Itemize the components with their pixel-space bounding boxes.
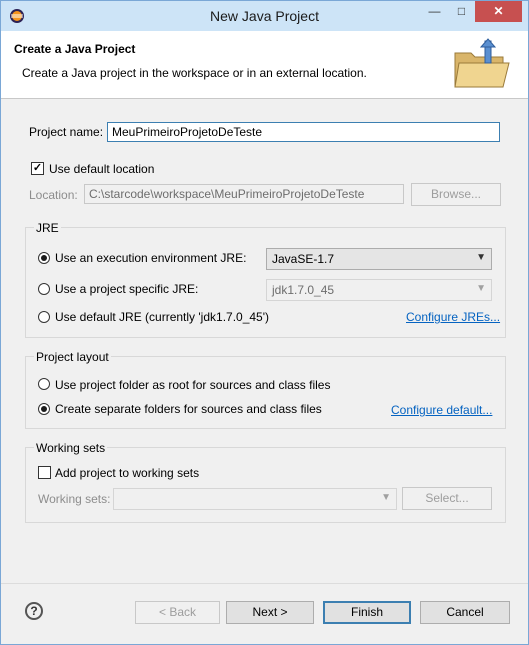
java-project-folder-icon <box>454 38 510 88</box>
working-sets-label: Working sets: <box>38 492 111 506</box>
execution-environment-select[interactable]: JavaSE-1.7 ▼ <box>266 248 492 270</box>
use-default-location-checkbox[interactable]: ✓ <box>31 162 44 175</box>
project-layout-group <box>25 356 506 429</box>
project-specific-jre-radio[interactable] <box>38 283 50 295</box>
next-button[interactable]: Next > <box>226 601 314 624</box>
chevron-down-icon: ▼ <box>476 252 486 263</box>
location-label: Location: <box>29 188 78 202</box>
add-to-working-sets-checkbox[interactable] <box>38 466 51 479</box>
working-sets-group <box>25 447 506 523</box>
project-specific-jre-select[interactable]: jdk1.7.0_45 ▼ <box>266 279 492 301</box>
use-default-location-label[interactable]: Use default location <box>49 162 154 176</box>
chevron-down-icon: ▼ <box>476 283 486 294</box>
project-specific-jre-value: jdk1.7.0_45 <box>272 283 335 297</box>
project-layout-group-label: Project layout <box>34 350 111 364</box>
configure-default-link[interactable]: Configure default... <box>391 403 492 417</box>
help-icon[interactable]: ? <box>25 602 43 620</box>
configure-jres-link[interactable]: Configure JREs... <box>406 310 500 324</box>
footer-separator <box>1 583 528 584</box>
execution-environment-radio[interactable] <box>38 252 50 264</box>
project-folder-root-label[interactable]: Use project folder as root for sources a… <box>55 378 330 392</box>
location-input[interactable]: C:\starcode\workspace\MeuPrimeiroProjeto… <box>84 184 404 204</box>
chevron-down-icon: ▼ <box>381 492 391 503</box>
working-sets-group-label: Working sets <box>34 441 108 455</box>
default-jre-label[interactable]: Use default JRE (currently 'jdk1.7.0_45'… <box>55 310 269 324</box>
project-name-label: Project name: <box>29 125 104 139</box>
cancel-button[interactable]: Cancel <box>420 601 510 624</box>
browse-button[interactable]: Browse... <box>411 183 501 206</box>
separate-folders-label[interactable]: Create separate folders for sources and … <box>55 402 322 416</box>
finish-button[interactable]: Finish <box>323 601 411 624</box>
project-specific-jre-label[interactable]: Use a project specific JRE: <box>55 282 198 296</box>
project-name-input[interactable]: MeuPrimeiroProjetoDeTeste <box>107 122 500 142</box>
minimize-icon[interactable]: — <box>421 1 448 22</box>
default-jre-radio[interactable] <box>38 311 50 323</box>
project-folder-root-radio[interactable] <box>38 378 50 390</box>
wizard-header: Create a Java Project Create a Java proj… <box>1 31 528 99</box>
execution-environment-label[interactable]: Use an execution environment JRE: <box>55 251 246 265</box>
page-title: Create a Java Project <box>14 42 136 56</box>
page-description: Create a Java project in the workspace o… <box>22 66 367 80</box>
close-icon[interactable]: ✕ <box>475 1 522 22</box>
dialog-window: New Java Project — □ ✕ Create a Java Pro… <box>0 0 529 645</box>
select-working-sets-button[interactable]: Select... <box>402 487 492 510</box>
back-button[interactable]: < Back <box>135 601 220 624</box>
add-to-working-sets-label[interactable]: Add project to working sets <box>55 466 199 480</box>
title-bar[interactable]: New Java Project — □ ✕ <box>1 1 528 31</box>
execution-environment-value: JavaSE-1.7 <box>272 252 335 266</box>
jre-group-label: JRE <box>34 221 61 235</box>
separate-folders-radio[interactable] <box>38 403 50 415</box>
working-sets-select[interactable]: ▼ <box>113 488 397 510</box>
maximize-icon[interactable]: □ <box>448 1 475 22</box>
